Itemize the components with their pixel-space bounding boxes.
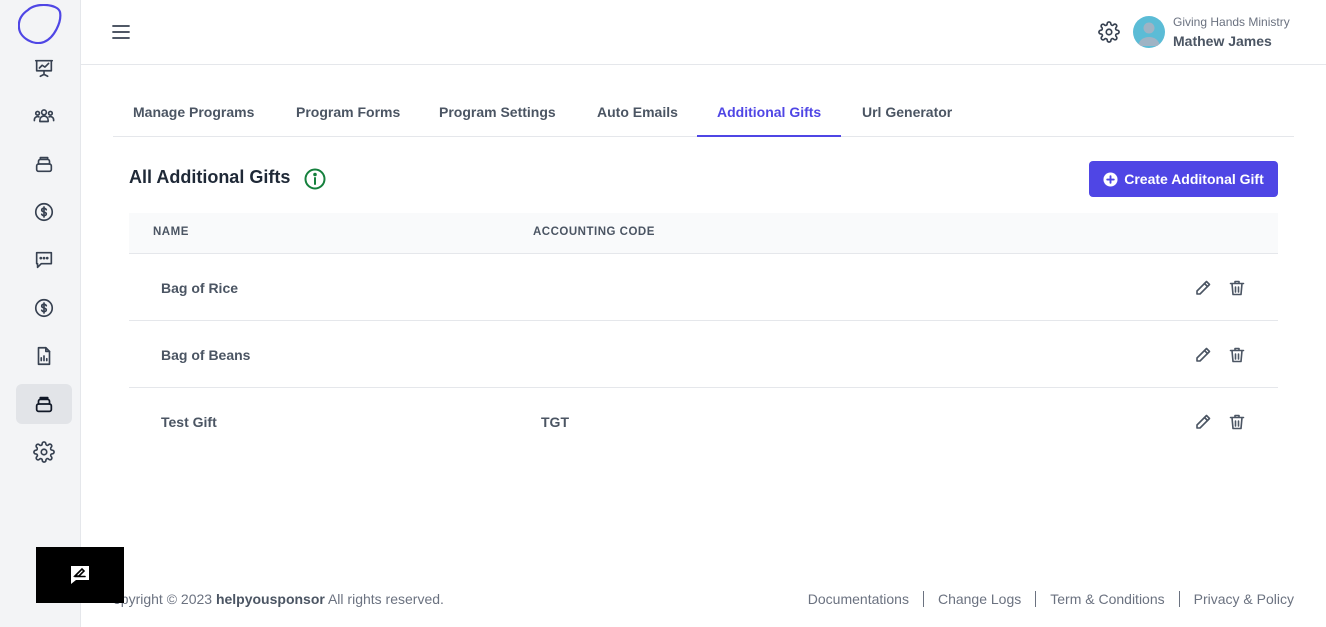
organization-name: Giving Hands Ministry [1173,15,1290,29]
sidebar-item-dashboard[interactable] [16,48,72,88]
divider [922,591,924,607]
trash-icon[interactable] [1227,412,1247,432]
copyright-text: opyright © 2023 helpyousponsor All right… [113,591,444,607]
chat-icon [35,251,53,269]
hamburger-menu-icon[interactable] [111,22,131,42]
copyright-suffix: All rights reserved. [327,591,444,607]
info-icon[interactable] [304,168,326,190]
footer-links: Documentations Change Logs Term & Condit… [808,591,1294,607]
divider [1178,591,1180,607]
gift-name: Bag of Rice [161,280,239,296]
additional-gifts-table: NAME ACCOUNTING CODE Bag of Rice Bag of … [129,213,1278,455]
report-icon [37,346,51,366]
table-row: Bag of Beans [129,321,1278,388]
gift-name: Bag of Beans [161,347,251,363]
sidebar-item-messages[interactable] [16,240,72,280]
table-row: Bag of Rice [129,254,1278,321]
copyright-prefix: opyright © 2023 [113,591,213,607]
user-name[interactable]: Mathew James [1173,33,1272,49]
table-row: Test Gift TGT [129,388,1278,455]
program-tabs: Manage Programs Program Forms Program Se… [113,91,1294,137]
app-logo[interactable] [18,4,62,44]
column-header-name[interactable]: NAME [153,226,189,238]
sidebar-item-donations[interactable] [16,192,72,232]
gear-icon [33,441,55,463]
tab-manage-programs[interactable]: Manage Programs [113,91,274,137]
tab-program-forms[interactable]: Program Forms [276,91,420,137]
presentation-chart-icon [34,59,54,78]
tab-url-generator[interactable]: Url Generator [842,91,972,137]
sidebar-item-programs-settings[interactable] [16,384,72,424]
footer-link-documentations[interactable]: Documentations [808,591,909,607]
sidebar-item-finance[interactable] [16,288,72,328]
plus-circle-icon [1103,171,1118,187]
divider [1035,591,1037,607]
dollar-circle-icon [34,298,54,318]
sidebar [0,0,81,627]
tab-additional-gifts[interactable]: Additional Gifts [697,91,842,137]
footer-link-privacy[interactable]: Privacy & Policy [1194,591,1294,607]
users-group-icon [33,109,55,123]
tab-auto-emails[interactable]: Auto Emails [577,91,698,137]
create-additional-gift-button[interactable]: Create Additonal Gift [1089,161,1278,197]
feedback-button[interactable] [36,547,124,603]
trash-icon[interactable] [1227,345,1247,365]
user-avatar-icon [1138,22,1160,46]
stack-icon [35,156,53,173]
feedback-icon [71,566,89,584]
sidebar-item-reports[interactable] [16,336,72,376]
sidebar-item-sponsors[interactable] [16,96,72,136]
stack-icon [35,396,53,413]
footer-link-change-logs[interactable]: Change Logs [938,591,1021,607]
gift-name: Test Gift [161,414,217,430]
brand-name: helpyousponsor [215,591,325,607]
gear-icon[interactable] [1098,21,1120,43]
footer-link-terms[interactable]: Term & Conditions [1050,591,1164,607]
sidebar-item-programs[interactable] [16,144,72,184]
tab-program-settings[interactable]: Program Settings [419,91,576,137]
trash-icon[interactable] [1227,278,1247,298]
column-header-accounting-code[interactable]: ACCOUNTING CODE [533,226,655,238]
create-button-label: Create Additonal Gift [1124,171,1264,187]
edit-pencil-icon[interactable] [1193,278,1213,298]
page-title: All Additional Gifts [129,167,291,187]
gift-accounting-code: TGT [541,414,569,430]
edit-pencil-icon[interactable] [1193,412,1213,432]
sidebar-item-settings[interactable] [16,432,72,472]
edit-pencil-icon[interactable] [1193,345,1213,365]
table-header: NAME ACCOUNTING CODE [129,213,1278,254]
dollar-circle-icon [34,202,54,222]
top-header: Giving Hands Ministry Mathew James [81,0,1326,65]
avatar[interactable] [1133,16,1165,48]
